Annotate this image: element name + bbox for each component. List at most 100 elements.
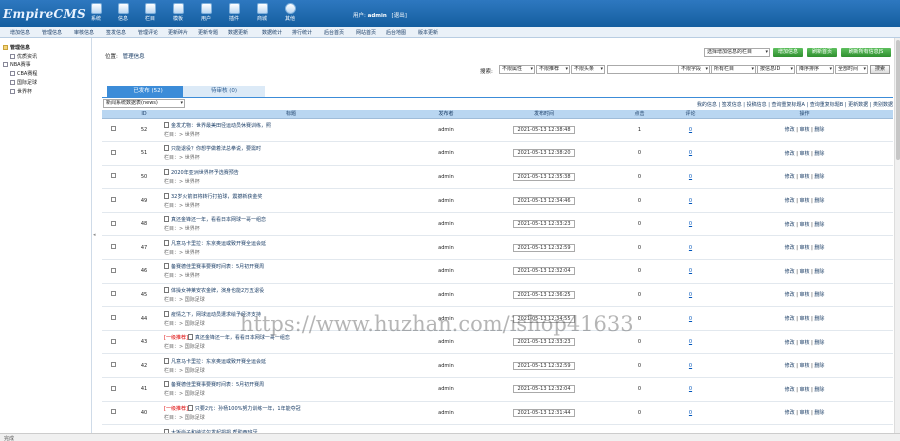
top-nav-column[interactable]: 栏目 [138,3,162,22]
row-edit-link[interactable]: 修改 [785,222,795,228]
row-title[interactable]: 只要2元：孙杨100%努力训练一年，1年能夺冠 [195,406,301,412]
row-comments[interactable]: 0 [689,386,692,392]
row-title[interactable]: 疫情之下，网球运动员遭求绘予经济支持 [171,312,261,318]
row-checkbox[interactable] [110,197,116,203]
row-delete-link[interactable]: 删除 [814,410,824,416]
row-delete-link[interactable]: 删除 [814,387,824,393]
row-edit-link[interactable]: 修改 [785,151,795,157]
filter-attr-select[interactable]: 不限属性 [499,65,535,74]
quick-link-sign[interactable]: 签发信息 [722,102,742,108]
row-audit-link[interactable]: 审核 [799,174,809,180]
quick-link-my-info[interactable]: 我的信息 [697,102,717,108]
row-comments[interactable]: 0 [689,339,692,345]
row-comments[interactable]: 0 [689,198,692,204]
row-title[interactable]: 金发尤物：世界最美田径运动员休赛训练，照 [171,123,271,129]
quick-link-submit[interactable]: 投稿信息 [747,102,767,108]
row-edit-link[interactable]: 修改 [785,316,795,322]
row-edit-link[interactable]: 修改 [785,410,795,416]
refresh-home-button[interactable]: 刷新首页 [807,48,837,57]
search-field-select[interactable]: 不限字段 [678,65,710,74]
row-edit-link[interactable]: 修改 [785,269,795,275]
tab-pending[interactable]: 待审核 (0) [183,86,265,97]
row-title[interactable]: 真还金锋还一年，看看日本网球一哥一组恋 [171,217,266,223]
row-delete-link[interactable]: 删除 [814,245,824,251]
row-audit-link[interactable]: 审核 [799,127,809,133]
row-edit-link[interactable]: 修改 [785,174,795,180]
row-audit-link[interactable]: 审核 [799,198,809,204]
row-title[interactable]: 备赛德佳里赛事要赛时间表：5月初开赛周 [171,382,264,388]
row-edit-link[interactable]: 修改 [785,127,795,133]
refresh-all-js-button[interactable]: 刷新所有信息JS [841,48,891,57]
sub-nav-sign[interactable]: 签发信息 [106,29,126,36]
row-checkbox[interactable] [110,244,116,250]
row-checkbox[interactable] [110,338,116,344]
sub-nav-manage[interactable]: 管理信息 [42,29,62,36]
row-checkbox[interactable] [110,220,116,226]
row-comments[interactable]: 0 [689,292,692,298]
row-title[interactable]: 只能退役？你想学做着法总拳说，要需时 [171,146,261,152]
row-edit-link[interactable]: 修改 [785,292,795,298]
tree-item-nba[interactable]: NBA赛事 [3,61,31,68]
row-comments[interactable]: 0 [689,127,692,133]
scrollbar-thumb[interactable] [896,40,900,160]
filter-recommend-select[interactable]: 不限推荐 [536,65,570,74]
sub-nav-rank-stats[interactable]: 排行统计 [292,29,312,36]
top-nav-other[interactable]: 其他 [278,3,302,22]
tab-published[interactable]: 已发布 (52) [107,86,189,97]
tree-item-quality-news[interactable]: 优质资讯 [10,53,37,60]
row-comments[interactable]: 0 [689,316,692,322]
quick-link-dup-a[interactable]: 查询重复标题A [771,102,804,108]
row-title[interactable]: 备赛德佳里赛事要赛时间表：5月初开赛周 [171,264,264,270]
row-title[interactable]: 32岁火箭旧将转行打拍球，震撼新获金奖 [171,194,262,200]
row-audit-link[interactable]: 审核 [799,387,809,393]
row-checkbox[interactable] [110,315,116,321]
row-audit-link[interactable]: 审核 [799,316,809,322]
row-title[interactable]: 凡意马卡里拉：东京奥运或致开赛全运会延 [171,359,266,365]
tree-item-world-cup[interactable]: 世界杯 [10,88,32,95]
row-comments[interactable]: 0 [689,245,692,251]
row-checkbox[interactable] [110,409,116,415]
row-edit-link[interactable]: 修改 [785,340,795,346]
row-edit-link[interactable]: 修改 [785,387,795,393]
col-hits[interactable]: 点击 [614,110,665,119]
logout-link[interactable]: [退出] [392,13,407,19]
table-select[interactable]: 新闻系统数据表(news) [103,99,185,108]
row-audit-link[interactable]: 审核 [799,151,809,157]
row-delete-link[interactable]: 删除 [814,340,824,346]
breadcrumb-link[interactable]: 管理信息 [123,54,145,60]
search-button[interactable]: 搜索 [870,65,890,74]
tree-item-intl-football[interactable]: 国际足球 [10,79,37,86]
search-column-select[interactable]: 所有栏目 [711,65,756,74]
sub-nav-topics[interactable]: 更新专题 [198,29,218,36]
quick-link-dup-b[interactable]: 查询重复标题B [810,102,843,108]
row-comments[interactable]: 0 [689,221,692,227]
row-delete-link[interactable]: 删除 [814,151,824,157]
quick-link-category[interactable]: 类别数据 [873,102,893,108]
row-comments[interactable]: 0 [689,363,692,369]
row-edit-link[interactable]: 修改 [785,245,795,251]
row-audit-link[interactable]: 审核 [799,222,809,228]
row-title[interactable]: 体操女神莱安农金牌，演身也能2万五退役 [171,288,264,294]
row-comments[interactable]: 0 [689,174,692,180]
row-title[interactable]: 真还金锋还一年，看看日本网球一哥一组恋 [195,335,290,341]
row-checkbox[interactable] [110,362,116,368]
row-comments[interactable]: 0 [689,150,692,156]
add-column-select[interactable]: 选择增加信息的栏目 [704,48,770,57]
row-delete-link[interactable]: 删除 [814,316,824,322]
row-delete-link[interactable]: 删除 [814,292,824,298]
row-checkbox[interactable] [110,173,116,179]
row-audit-link[interactable]: 审核 [799,292,809,298]
time-scope-select[interactable]: 全部时间 [835,65,868,74]
row-delete-link[interactable]: 删除 [814,269,824,275]
top-nav-user[interactable]: 用户 [194,3,218,22]
row-checkbox[interactable] [110,126,116,132]
sub-nav-audit[interactable]: 审核信息 [74,29,94,36]
col-time[interactable]: 发布时间 [474,110,614,119]
row-delete-link[interactable]: 删除 [814,198,824,204]
top-nav-system[interactable]: 系统 [84,3,108,22]
tree-item-cba[interactable]: CBA赛程 [10,70,37,77]
top-nav-shop[interactable]: 商城 [250,3,274,22]
sub-nav-site-home[interactable]: 网站首页 [356,29,376,36]
filter-headline-select[interactable]: 不限头条 [571,65,605,74]
row-edit-link[interactable]: 修改 [785,363,795,369]
